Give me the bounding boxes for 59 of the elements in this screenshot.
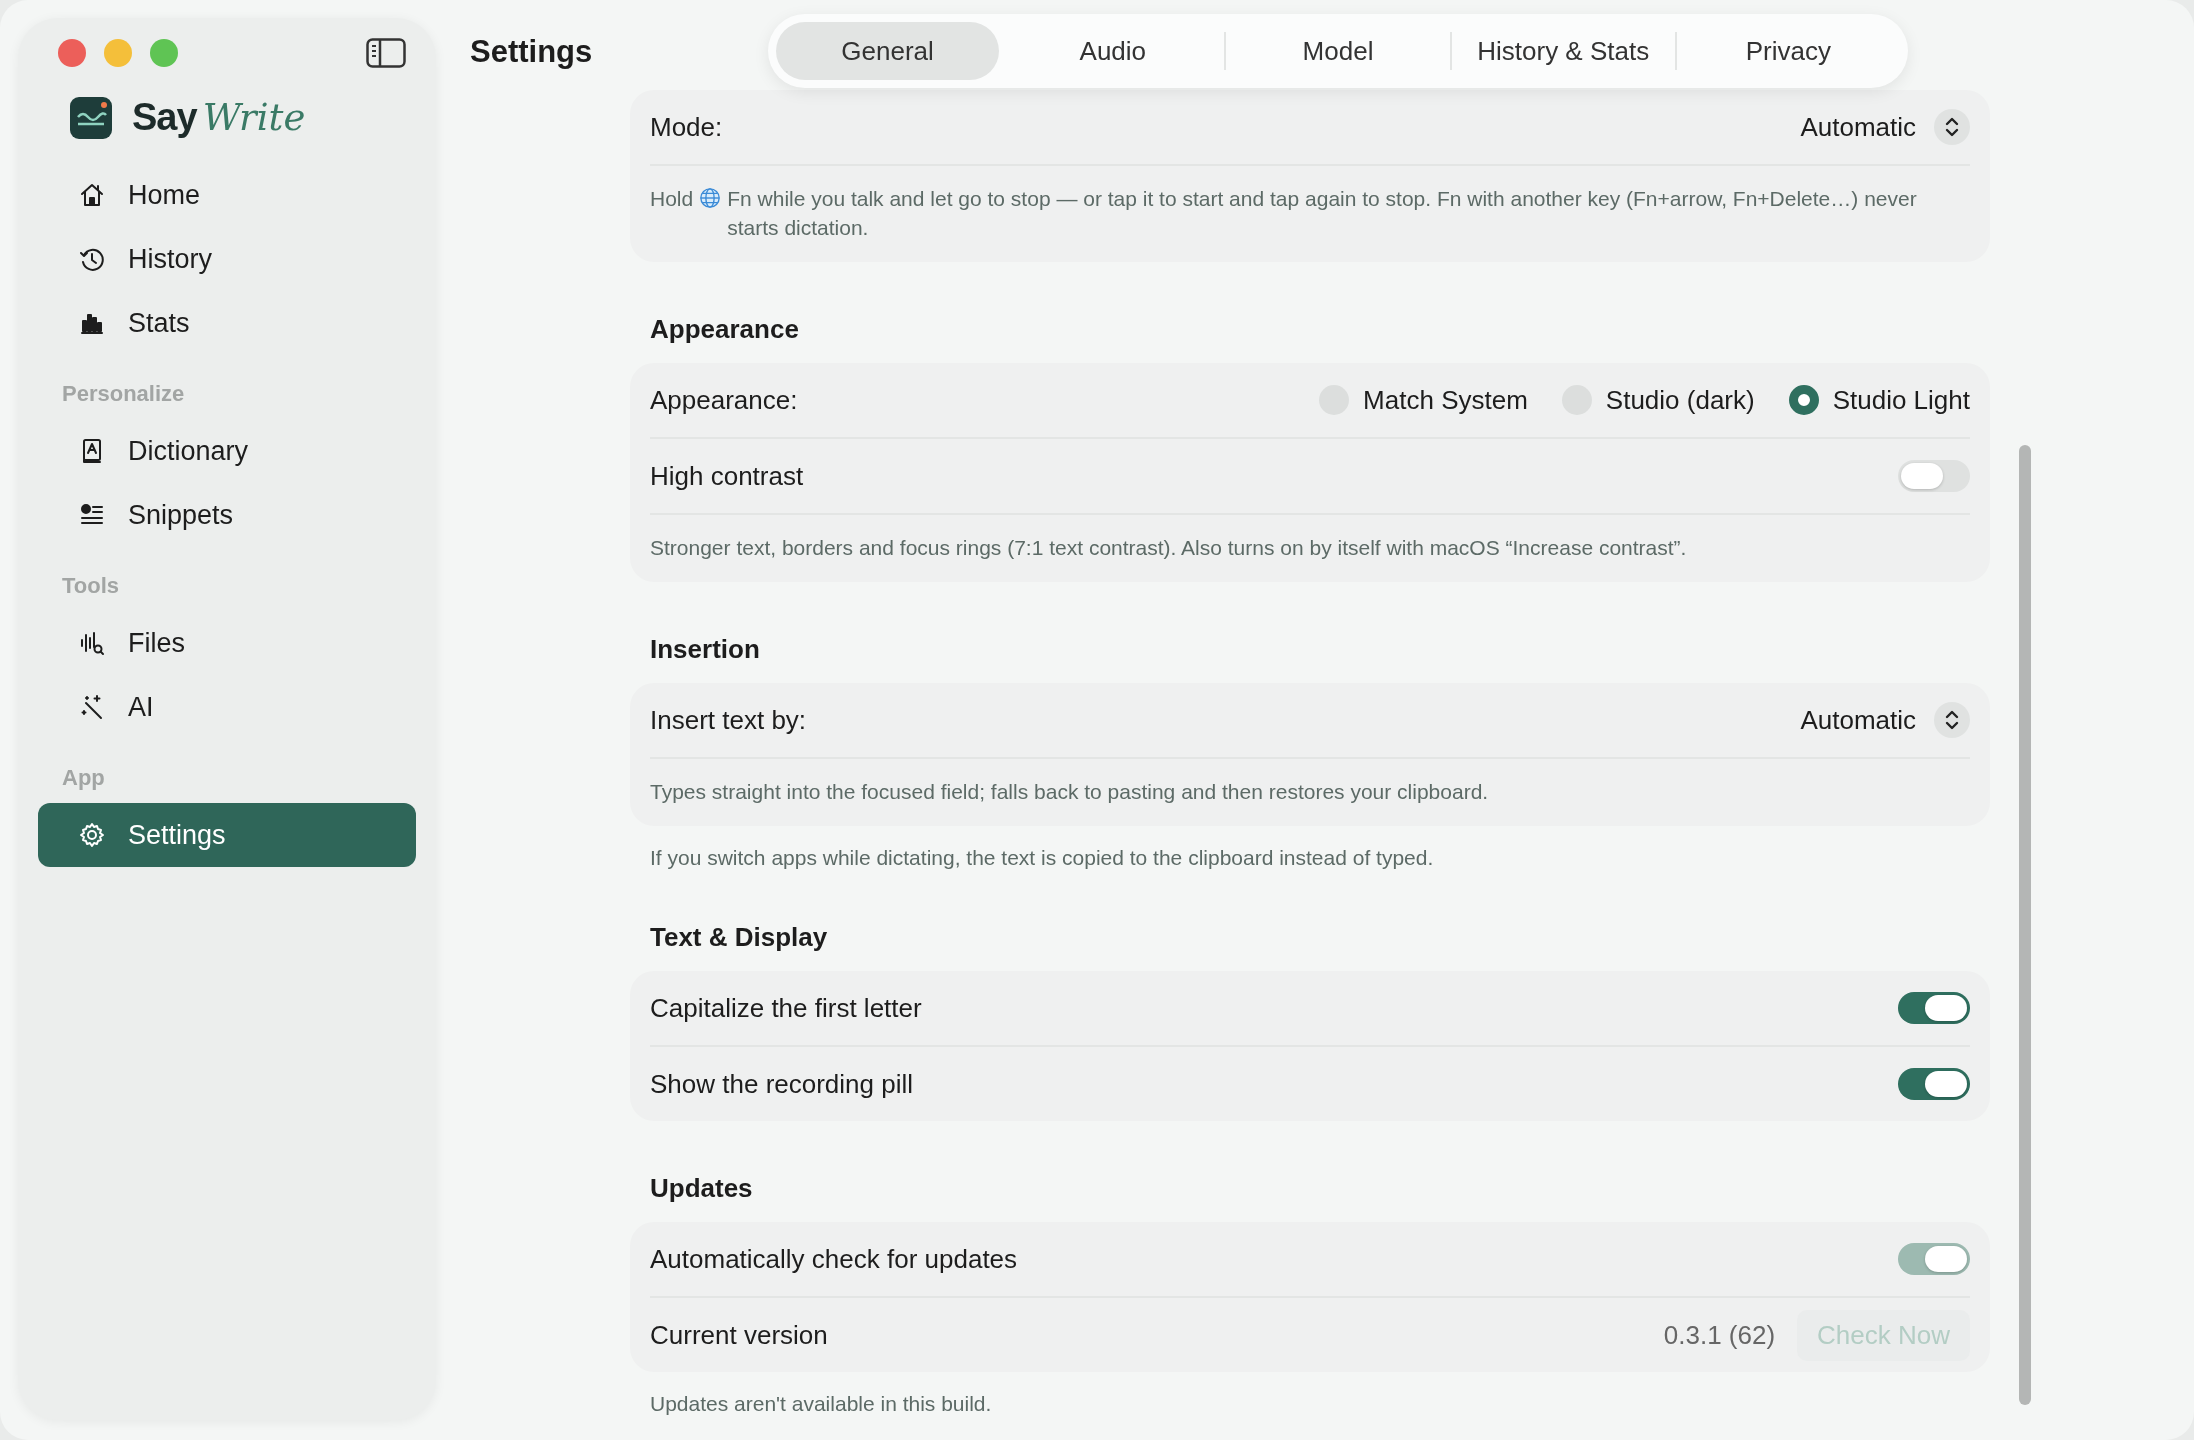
chevron-up-down-icon[interactable] [1934, 109, 1970, 145]
toggle-switch[interactable] [1898, 1068, 1970, 1100]
radio-label[interactable]: Studio (dark) [1605, 384, 1755, 416]
sidebar-item[interactable]: Home [38, 163, 416, 227]
sidebar-section-heading: Tools [61, 573, 121, 600]
page-title: Settings [469, 33, 594, 70]
zoom-button[interactable] [150, 39, 178, 67]
toggle-switch[interactable] [1898, 460, 1970, 492]
minimize-button[interactable] [104, 39, 132, 67]
tab[interactable]: Model [1226, 22, 1450, 80]
version-number: 0.3.1 (62) [1663, 1319, 1776, 1351]
tab[interactable]: Privacy [1676, 22, 1900, 80]
section-heading: Insertion [650, 634, 761, 665]
sidebar-section-heading: Personalize [61, 381, 186, 408]
setting-label: Show the recording pill [650, 1068, 915, 1100]
hint-text: Types straight into the focused field; falls back to pasting and then restores your clipboard. [650, 779, 1490, 805]
sidebar-item[interactable]: Settings [38, 803, 416, 867]
radio-label[interactable]: Studio Light [1832, 384, 1970, 416]
tab[interactable]: History & Stats [1451, 22, 1675, 80]
tab[interactable]: General [776, 22, 1000, 80]
settings-icon [78, 821, 106, 849]
sidebar-item[interactable]: Files [38, 611, 416, 675]
setting-label: High contrast [650, 460, 805, 492]
sidebar-section-heading: App [61, 765, 106, 792]
setting-label: Mode: [650, 111, 724, 143]
brand-name-accent: Write [202, 96, 306, 139]
brand-name: Say [132, 96, 197, 139]
setting-label: Capitalize the first letter [650, 992, 923, 1024]
globe-icon [699, 187, 722, 209]
sidebar-toggle-icon[interactable] [366, 38, 406, 68]
section-heading: Updates [650, 1173, 754, 1204]
house-icon [78, 181, 106, 209]
radio-button[interactable] [1788, 385, 1819, 415]
setting-label: Automatically check for updates [650, 1243, 1019, 1275]
hint-text: Stronger text, borders and focus rings (7:1 text contrast). Also turns on by itself with macOS “Increase contrast”. [650, 535, 1688, 561]
hint-text: Hold [650, 186, 694, 212]
radio-label[interactable]: Match System [1363, 384, 1528, 416]
toggle-switch[interactable] [1898, 992, 1970, 1024]
section-heading: Appearance [650, 314, 800, 345]
close-button[interactable] [58, 39, 86, 67]
sidebar-item[interactable]: Stats [38, 291, 416, 355]
section-heading: Text & Display [650, 922, 829, 953]
sidebar-item[interactable]: History [38, 227, 416, 291]
hint-text: Fn while you talk and let go to stop — or tap it to start and tap again to stop. Fn with another key (Fn+arrow, Fn+Delete…) never starts dictation. [727, 186, 1918, 241]
scrollbar[interactable] [2019, 445, 2031, 1405]
sidebar-item[interactable]: Dictionary [38, 419, 416, 483]
chevron-up-down-icon[interactable] [1934, 702, 1970, 738]
note-text: If you switch apps while dictating, the text is copied to the clipboard instead of typed. [649, 845, 1435, 870]
sidebar-item[interactable]: Snippets [38, 483, 416, 547]
note-text: Updates aren't available in this build. [649, 1391, 993, 1416]
setting-label: Insert text by: [650, 704, 808, 736]
sidebar-item[interactable]: AI [38, 675, 416, 739]
setting-label: Current version [650, 1319, 829, 1351]
app-logo-icon [70, 96, 112, 139]
tab[interactable]: Audio [1001, 22, 1225, 80]
setting-label: Appearance: [650, 384, 799, 416]
select-value[interactable]: Automatic [1800, 111, 1916, 143]
waveform-search-icon [78, 629, 106, 657]
select-value[interactable]: Automatic [1800, 704, 1916, 736]
